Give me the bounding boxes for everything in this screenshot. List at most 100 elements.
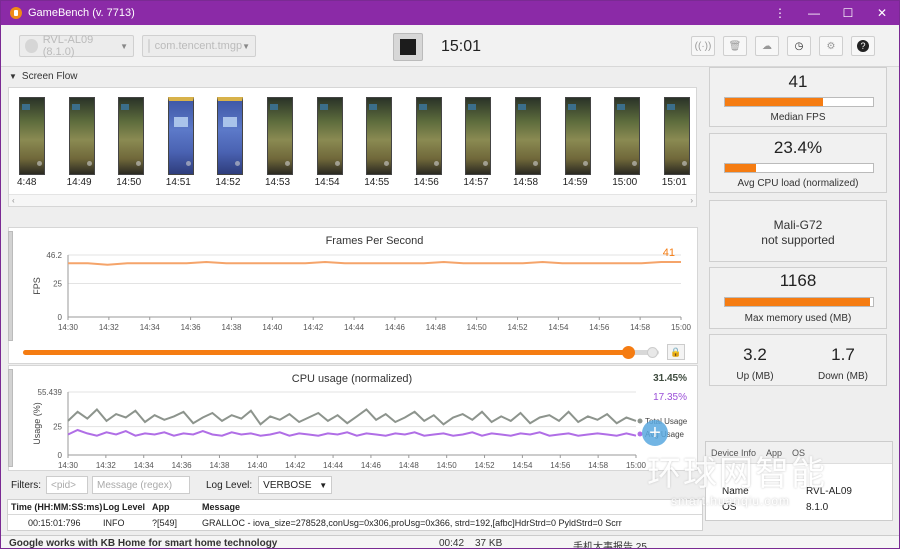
col-app[interactable]: App (152, 502, 170, 512)
gpu-name: Mali-G72 (773, 218, 823, 232)
x-tick-label: 15:00 (671, 323, 692, 332)
cpu-chart: CPU usage (normalized) Usage (%) 55.439 25 0… (32, 373, 688, 470)
title-bar: GameBench (v. 7713) ⋮ — ☐ ✕ (1, 1, 899, 25)
screenshot-thumbnail[interactable]: 14:53 (265, 97, 305, 191)
screenshot-thumbnail[interactable]: 14:55 (364, 97, 404, 191)
screenshot-image (366, 97, 393, 175)
message-filter-input[interactable]: Message (regex) (92, 476, 190, 494)
col-message[interactable]: Message (202, 502, 240, 512)
log-table-header: Time (HH:MM:SS:ms) Log Level App Message (8, 500, 702, 515)
chevron-down-icon: ▼ (319, 480, 328, 490)
x-tick-label: 14:48 (426, 323, 447, 332)
screenshot-thumbnail[interactable]: 15:01 (662, 97, 702, 191)
x-tick-label: 14:42 (285, 461, 306, 470)
screenshot-time-label: 14:52 (215, 177, 241, 188)
screenshot-thumbnail[interactable]: 14:49 (67, 97, 107, 191)
maximize-button[interactable]: ☐ (831, 1, 865, 25)
app-dropdown[interactable]: com.tencent.tmgp ▼ (142, 35, 256, 57)
slider-handle-end[interactable] (647, 347, 658, 358)
screenshot-time-label: 15:01 (661, 177, 687, 188)
settings-button[interactable]: ⚙ (819, 36, 843, 56)
screenshot-time-label: 14:54 (314, 177, 340, 188)
cpu-progress-fill (725, 164, 757, 172)
toolbar: RVL-AL09 (8.1.0) ▼ com.tencent.tmgp ▼ 15… (1, 25, 899, 67)
x-tick-label: 14:40 (262, 323, 283, 332)
slider-handle-start[interactable] (622, 346, 635, 359)
pid-filter-input[interactable]: <pid> (46, 476, 88, 494)
wifi-icon: ((·)) (694, 40, 712, 52)
y-tick-label: 46.2 (46, 251, 62, 260)
screenshot-thumbnail[interactable]: 14:57 (463, 97, 503, 191)
screenshot-thumbnail[interactable]: 15:00 (612, 97, 652, 191)
screenshot-image (465, 97, 492, 175)
network-up-label: Up (MB) (736, 371, 774, 382)
memory-progress-bar (724, 297, 874, 307)
wifi-button[interactable]: ((·)) (691, 36, 715, 56)
screenshot-thumbnail[interactable]: 4:48 (17, 97, 57, 191)
stop-recording-button[interactable] (393, 33, 423, 61)
screenshot-thumbnail[interactable]: 14:58 (513, 97, 553, 191)
log-filter-bar: Filters: <pid> Message (regex) Log Level… (1, 473, 701, 497)
device-dropdown[interactable]: RVL-AL09 (8.1.0) ▼ (19, 34, 134, 58)
table-row[interactable]: 00:15:01:796 INFO ?[549] GRALLOC - iova_… (8, 516, 702, 531)
cpu-avg-value: 17.35% (653, 392, 687, 403)
screenshot-time-label: 14:50 (116, 177, 142, 188)
x-tick-label: 14:54 (512, 461, 533, 470)
network-up-value: 3.2 (743, 345, 767, 364)
app-icon (148, 39, 150, 53)
col-time[interactable]: Time (HH:MM:SS:ms) (11, 502, 102, 512)
screenshot-image (316, 97, 343, 175)
screenshot-thumbnail[interactable]: 14:56 (414, 97, 454, 191)
x-tick-label: 14:56 (550, 461, 571, 470)
max-memory-value: 1168 (779, 271, 817, 290)
screenshot-thumbnail[interactable]: 14:52 (215, 97, 255, 191)
cloud-upload-icon: ☁ (762, 40, 772, 52)
settings-dots-icon[interactable]: ⋮ (763, 1, 797, 25)
screen-flow-scrollbar[interactable]: ‹ › (9, 194, 696, 206)
x-tick-label: 14:38 (221, 323, 242, 332)
y-tick-label: 0 (58, 451, 63, 460)
gears-icon: ⚙ (826, 40, 836, 52)
y-tick-label: 55.439 (38, 388, 63, 397)
x-tick-label: 14:52 (508, 323, 529, 332)
log-table: Time (HH:MM:SS:ms) Log Level App Message… (7, 499, 703, 531)
minimize-button[interactable]: — (797, 1, 831, 25)
screenshot-thumbnail[interactable]: 14:59 (563, 97, 603, 191)
lock-zoom-button[interactable]: 🔒 (667, 344, 685, 360)
screenshot-thumbnail[interactable]: 14:50 (116, 97, 156, 191)
slider-fill (23, 350, 629, 355)
screenshot-image (515, 97, 541, 175)
help-button[interactable]: ? (851, 36, 875, 56)
screenshot-image (415, 97, 442, 175)
scroll-left-icon[interactable]: ‹ (12, 196, 15, 205)
x-tick-label: 14:44 (344, 323, 365, 332)
cpu-chart-resize-handle[interactable] (8, 369, 13, 467)
screenshot-time-label: 14:53 (265, 177, 291, 188)
gpu-stat-card: Mali-G72 not supported (709, 200, 887, 262)
close-button[interactable]: ✕ (865, 1, 899, 25)
background-window-strip: Google works with KB Home for smart home… (1, 535, 899, 548)
delete-button[interactable]: 🗑 (723, 36, 747, 56)
scroll-right-icon[interactable]: › (690, 196, 693, 205)
screenshot-image (118, 97, 145, 175)
cpu-progress-bar (724, 163, 874, 173)
memory-progress-fill (725, 298, 871, 306)
history-button[interactable]: ◷ (787, 36, 811, 56)
screenshot-thumbnail[interactable]: 14:51 (166, 97, 206, 191)
log-level-select[interactable]: VERBOSE ▼ (258, 476, 333, 494)
x-tick-label: 14:54 (548, 323, 569, 332)
fps-chart-resize-handle[interactable] (8, 231, 13, 341)
upload-button[interactable]: ☁ (755, 36, 779, 56)
screenshot-thumbnail[interactable]: 14:54 (315, 97, 355, 191)
fps-time-slider[interactable] (23, 346, 659, 359)
x-tick-label: 14:46 (361, 461, 382, 470)
cpu-stat-card: 23.4% Avg CPU load (normalized) (709, 133, 887, 193)
col-log-level[interactable]: Log Level (103, 502, 145, 512)
cpu-total-value: 31.45% (653, 373, 687, 384)
watermark-logo: 环球网智能 smart.huanqiu.com (647, 455, 827, 508)
screen-flow-header[interactable]: ▼ Screen Flow (9, 69, 699, 84)
x-tick-label: 14:48 (399, 461, 420, 470)
x-tick-label: 14:50 (467, 323, 488, 332)
x-tick-label: 14:50 (437, 461, 458, 470)
y-tick-label: 0 (58, 313, 63, 322)
